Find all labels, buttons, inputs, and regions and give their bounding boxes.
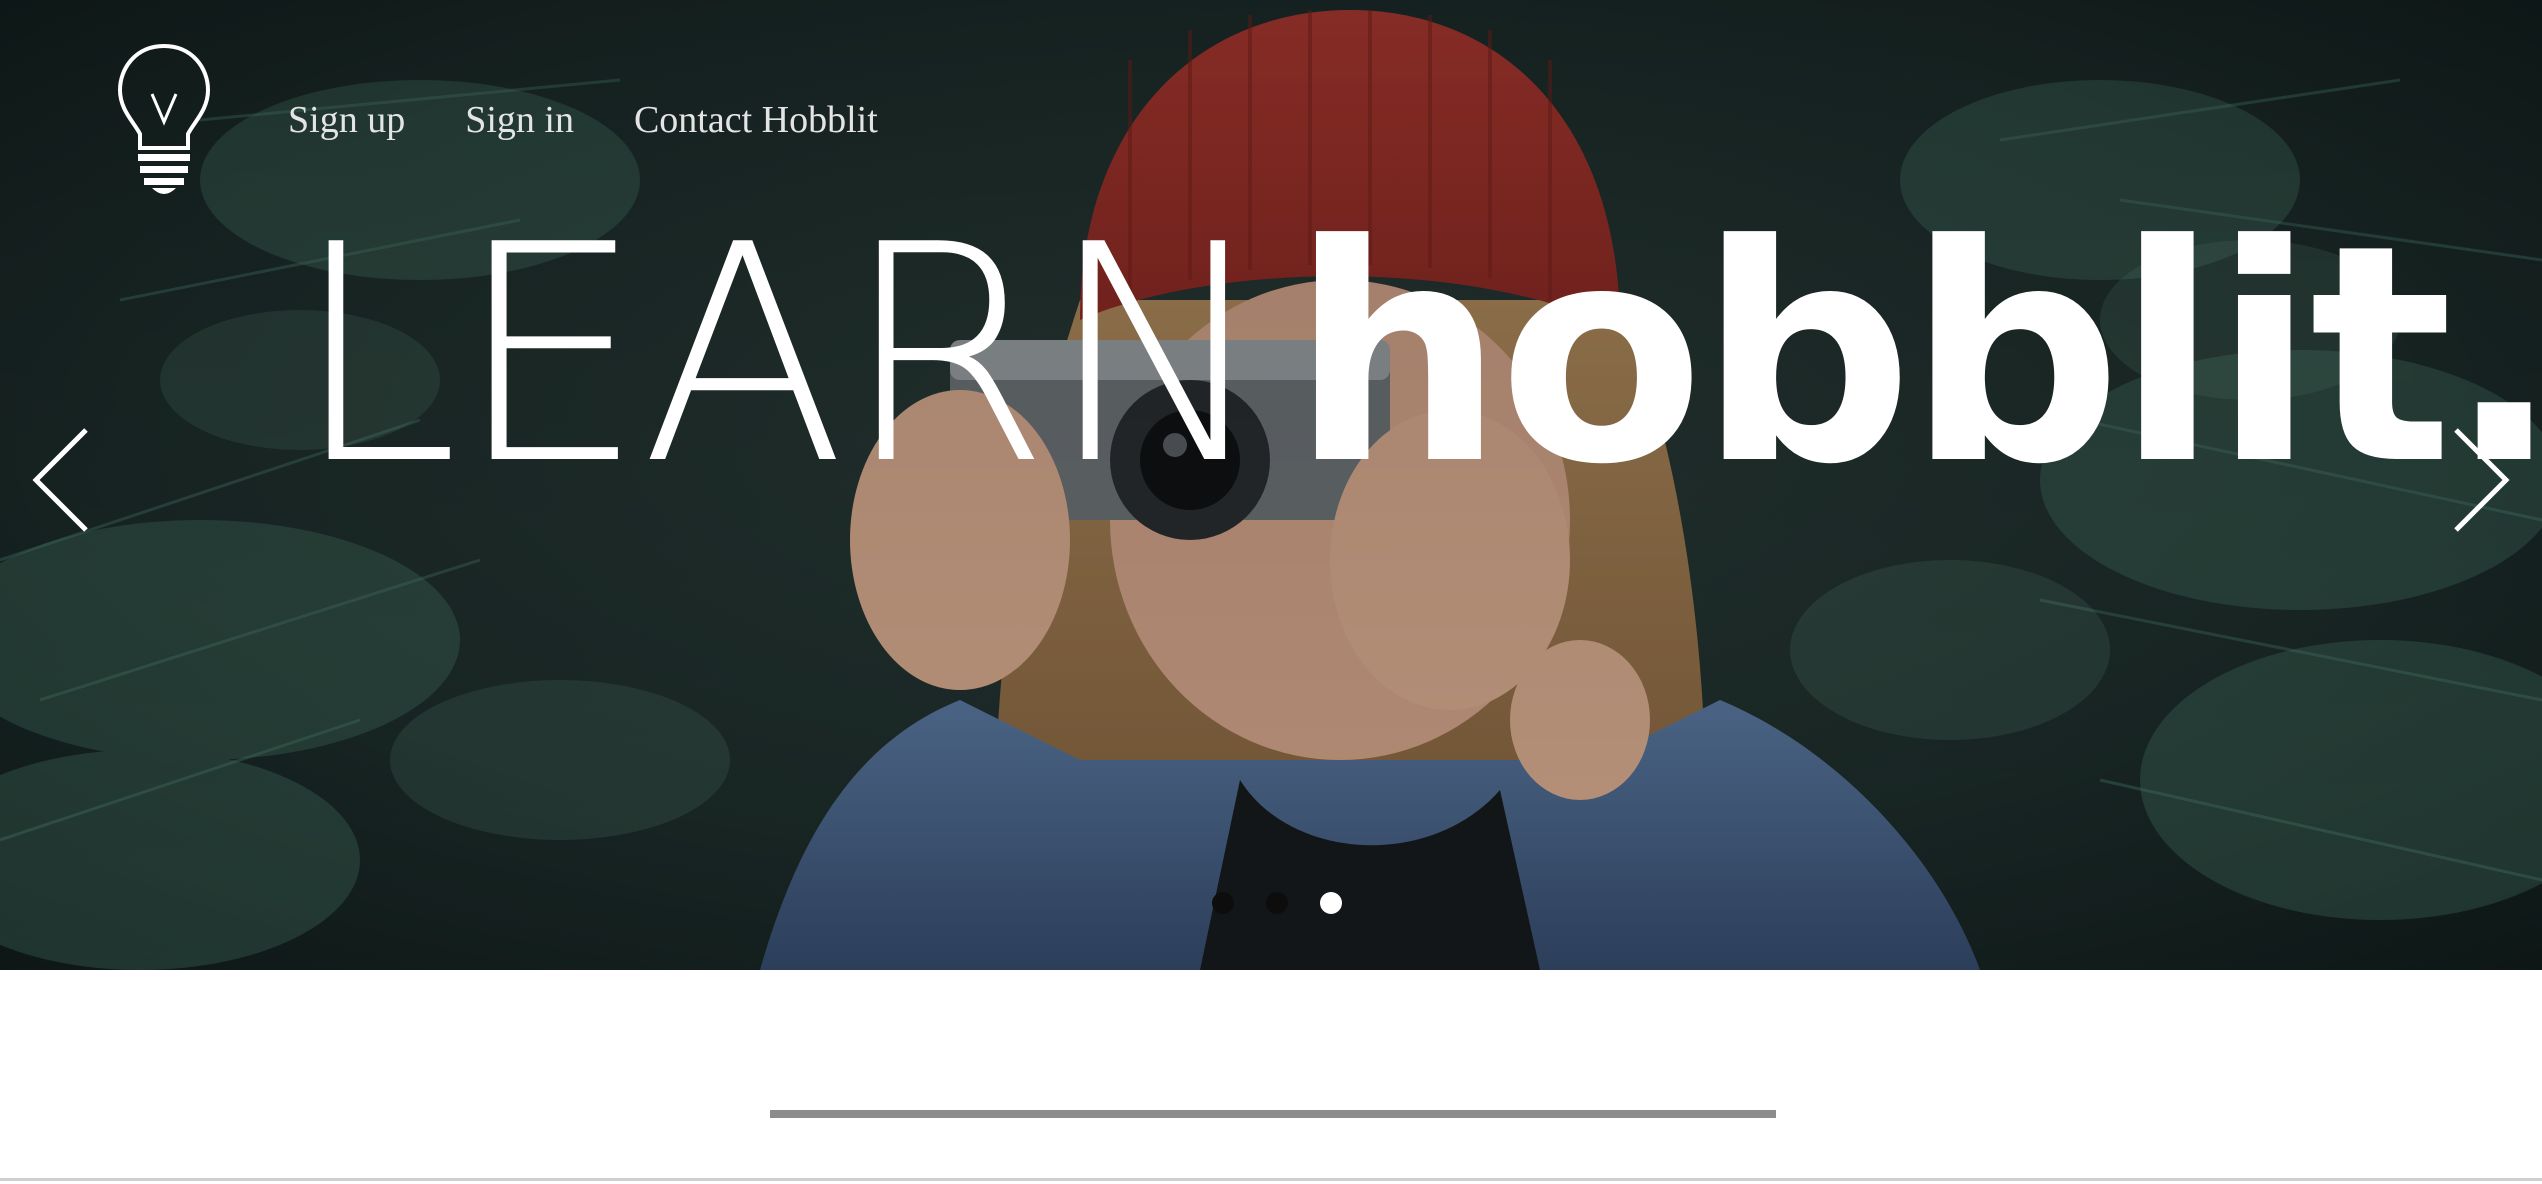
chevron-left-icon[interactable] [26, 420, 96, 540]
top-nav: Sign up Sign in Contact Hobblit [288, 98, 938, 142]
hero-carousel: Sign up Sign in Contact Hobblit LEARNhob… [0, 0, 2542, 970]
carousel-dot-2[interactable] [1266, 892, 1288, 914]
carousel-dot-3[interactable] [1320, 892, 1342, 914]
headline-brand: hobblit. [1290, 181, 2542, 530]
carousel-indicators [1212, 892, 1342, 914]
progress-bar [770, 1110, 1776, 1118]
section-divider [0, 1178, 2542, 1181]
chevron-right-icon[interactable] [2446, 420, 2516, 540]
nav-sign-up-link[interactable]: Sign up [288, 98, 405, 142]
page: Sign up Sign in Contact Hobblit LEARNhob… [0, 0, 2542, 1184]
lightbulb-icon[interactable] [112, 40, 216, 200]
headline-learn: LEARN [292, 181, 1271, 530]
carousel-dot-1[interactable] [1212, 892, 1234, 914]
nav-contact-link[interactable]: Contact Hobblit [634, 98, 878, 142]
nav-sign-in-link[interactable]: Sign in [465, 98, 574, 142]
hero-headline: LEARNhobblit. [292, 206, 2542, 506]
